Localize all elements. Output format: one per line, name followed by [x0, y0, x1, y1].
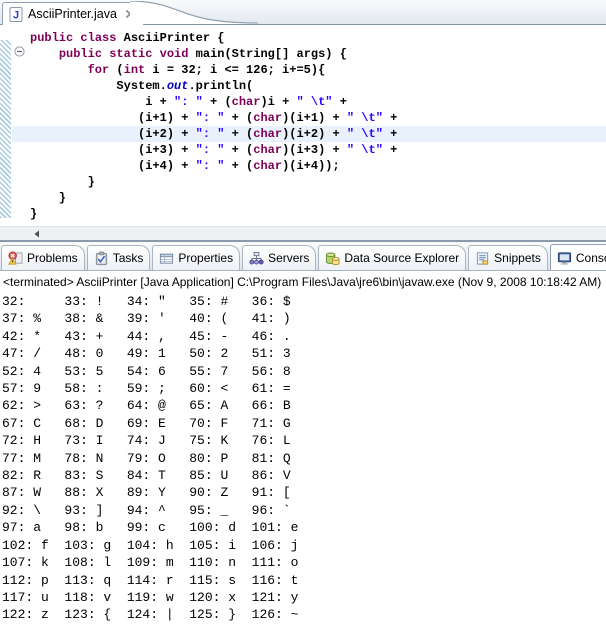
tab-snippets[interactable]: Snippets	[468, 245, 548, 270]
method-range-indicator	[0, 40, 11, 218]
code-line: public static void main(String[] args) {	[13, 46, 606, 62]
eclipse-window: J AsciiPrinter.java public class AsciiPr…	[0, 0, 606, 641]
code-line: }	[13, 174, 606, 190]
code-line: (i+1) + ": " + (char)(i+1) + " \t" +	[13, 110, 606, 126]
code-line: for (int i = 32; i <= 126; i+=5){	[13, 62, 606, 78]
code-line: }	[13, 206, 606, 222]
tab-curve-decoration	[130, 1, 260, 25]
code-line: (i+2) + ": " + (char)(i+2) + " \t" +	[13, 126, 606, 142]
code-line: public class AsciiPrinter {	[13, 30, 606, 46]
properties-icon	[159, 251, 174, 266]
problems-icon	[8, 251, 23, 266]
tab-console[interactable]: Console	[550, 244, 606, 271]
editor-tab-bar: J AsciiPrinter.java	[0, 0, 606, 25]
editor-tab-asciiprinter[interactable]: J AsciiPrinter.java	[2, 2, 144, 25]
tab-label: Console	[576, 251, 606, 265]
tab-servers[interactable]: Servers	[242, 245, 316, 270]
view-tab-bar: Problems Tasks Properties	[0, 242, 606, 271]
code-line: System.out.println(	[13, 78, 606, 94]
tab-label: Tasks	[113, 251, 144, 265]
code-editor[interactable]: public class AsciiPrinter { public stati…	[0, 25, 606, 226]
code-lines: public class AsciiPrinter { public stati…	[13, 30, 606, 222]
console-view: <terminated> AsciiPrinter [Java Applicat…	[0, 271, 606, 641]
console-icon	[557, 251, 572, 266]
scroll-left-arrow-icon[interactable]	[33, 230, 41, 238]
tab-properties[interactable]: Properties	[152, 245, 240, 270]
code-line: i + ": " + (char)i + " \t" +	[13, 94, 606, 110]
console-output[interactable]: 32: 33: ! 34: " 35: # 36: $ 37: % 38: & …	[2, 293, 606, 624]
tab-label: Problems	[27, 251, 78, 265]
tab-label: Data Source Explorer	[344, 251, 459, 265]
tab-data-source-explorer[interactable]: Data Source Explorer	[318, 245, 466, 270]
console-process-header: <terminated> AsciiPrinter [Java Applicat…	[0, 271, 606, 289]
servers-icon	[249, 251, 264, 266]
code-line: }	[13, 190, 606, 206]
svg-text:J: J	[13, 9, 19, 21]
editor-tab-label: AsciiPrinter.java	[28, 7, 117, 21]
code-line: (i+4) + ": " + (char)(i+4));	[13, 158, 606, 174]
tab-label: Properties	[178, 251, 233, 265]
tab-problems[interactable]: Problems	[1, 245, 85, 270]
code-line: (i+3) + ": " + (char)(i+3) + " \t" +	[13, 142, 606, 158]
tab-label: Servers	[268, 251, 309, 265]
tasks-icon	[94, 251, 109, 266]
java-file-icon: J	[9, 7, 23, 22]
snippets-icon	[475, 251, 490, 266]
tab-tasks[interactable]: Tasks	[87, 245, 151, 270]
tab-label: Snippets	[494, 251, 541, 265]
editor-horizontal-scrollbar[interactable]	[0, 226, 606, 240]
data-source-explorer-icon	[325, 251, 340, 266]
